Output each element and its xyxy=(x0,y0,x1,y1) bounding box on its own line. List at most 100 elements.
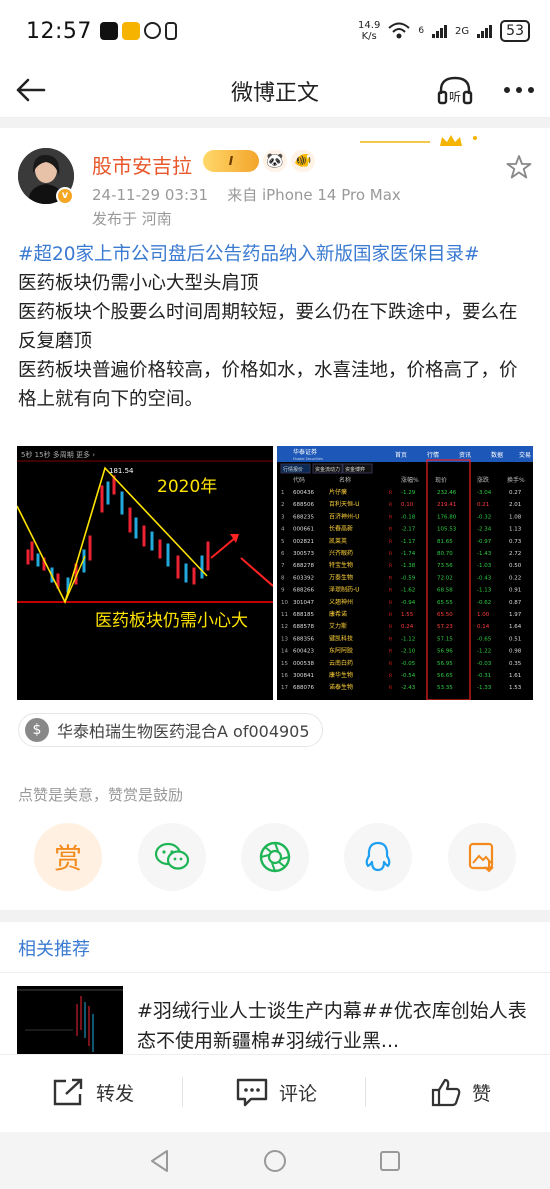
crown-decoration-icon xyxy=(360,135,477,146)
net-speed-value: 14.9 xyxy=(358,20,381,31)
quote-row-index: 7 xyxy=(281,563,285,569)
quote-row-turnover: 0.73 xyxy=(509,539,522,545)
quote-row-index: 4 xyxy=(281,527,285,533)
quote-row-change: -1.22 xyxy=(477,649,491,655)
quote-row-change: -0.32 xyxy=(477,514,491,520)
quote-row-change: -1.33 xyxy=(477,685,492,691)
fund-name: 华泰柏瑞生物医药混合A of004905 xyxy=(57,722,310,741)
quote-row-flag: R xyxy=(389,539,392,545)
quote-row-name: 诺泰生物 xyxy=(329,683,353,691)
hashtag-link[interactable]: #超20家上市公司盘后公告药品纳入新版国家医保目录# xyxy=(18,240,534,269)
quote-column-header: 名称 xyxy=(339,476,351,484)
quote-row-name: 泽璟制药-U xyxy=(329,586,360,594)
divider-2 xyxy=(0,910,550,922)
quote-row-flag: R xyxy=(389,527,392,533)
quote-column-header: 代码 xyxy=(293,476,305,484)
quote-row-turnover: 0.50 xyxy=(509,563,522,569)
quote-row-name: 凯莱英 xyxy=(329,537,347,545)
quote-row-flag: R xyxy=(389,502,392,508)
alarm-icon xyxy=(143,22,161,39)
like-button[interactable]: 赞 xyxy=(430,1077,491,1107)
chart-price-label: 181.54 xyxy=(109,467,134,475)
post-image-chart[interactable]: 5秒 15秒 多周期 更多 › 181.54 2020年 医药板块仍需小心大 xyxy=(17,446,273,700)
tiktok-icon xyxy=(99,22,118,40)
quote-row-turnover: 1.08 xyxy=(509,514,522,520)
quote-row-change-pct: -1.74 xyxy=(401,551,416,557)
chart-year-label: 2020年 xyxy=(157,477,217,497)
quote-row-price: 65.55 xyxy=(437,600,453,606)
star-icon[interactable] xyxy=(506,154,532,180)
quote-row-turnover: 2.01 xyxy=(509,502,521,508)
notification-icons xyxy=(99,22,177,40)
quote-row-flag: R xyxy=(389,588,392,594)
fund-chip[interactable]: $ 华泰柏瑞生物医药混合A of004905 xyxy=(18,713,323,747)
more-icon[interactable] xyxy=(500,74,538,106)
related-thumbnail[interactable] xyxy=(17,986,123,1056)
system-nav-bar xyxy=(0,1132,550,1189)
quote-row-code: 688506 xyxy=(293,502,314,508)
quote-row-index: 2 xyxy=(281,502,285,508)
quote-row-change-pct: 1.55 xyxy=(401,612,414,618)
reward-hint: 点赞是美意，赞赏是鼓励 xyxy=(18,786,184,804)
quote-row-turnover: 0.87 xyxy=(509,600,522,606)
quote-row-change-pct: -0.94 xyxy=(401,600,416,606)
post-image-quote-table[interactable]: 华泰证券 Huatai Securities 首页 行情 资讯 数据 交易 行情报价 资金流动力… xyxy=(277,446,533,700)
reward-button[interactable]: 赏 xyxy=(34,823,102,891)
system-home-icon[interactable] xyxy=(262,1148,288,1174)
quote-row-price: 105.53 xyxy=(437,527,457,533)
listen-headphone-icon[interactable]: 听 xyxy=(436,74,474,106)
system-back-icon[interactable] xyxy=(147,1148,173,1174)
quote-row-turnover: 1.64 xyxy=(509,624,522,630)
status-time: 12:57 xyxy=(26,18,92,44)
save-image-button[interactable] xyxy=(448,823,516,891)
system-recents-icon[interactable] xyxy=(377,1148,403,1174)
quote-row-price: 57.23 xyxy=(437,624,453,630)
quote-row-index: 10 xyxy=(281,600,288,606)
quote-row-change: -1.03 xyxy=(477,563,492,569)
quote-row-change: -0.31 xyxy=(477,673,491,679)
quote-column-header: 涨幅% xyxy=(401,476,419,484)
quote-row-code: 688578 xyxy=(293,624,314,630)
repost-icon xyxy=(53,1078,83,1106)
quote-row-code: 688185 xyxy=(293,612,314,618)
comment-label: 评论 xyxy=(279,1082,318,1105)
moments-camera-icon xyxy=(259,841,291,873)
related-divider xyxy=(0,972,550,973)
thumbs-up-icon xyxy=(431,1078,461,1107)
quote-row-code: 688266 xyxy=(293,588,314,594)
status-bar: 12:57 14.9 K/s 6 2G 53 xyxy=(0,0,550,62)
quote-row-index: 15 xyxy=(281,661,288,667)
quote-row-flag: R xyxy=(389,673,392,679)
repost-button[interactable]: 转发 xyxy=(52,1077,134,1107)
related-item-text[interactable]: #羽绒行业人士谈生产内幕##优衣库创始人表态不使用新疆棉#羽绒行业黑... xyxy=(137,996,533,1056)
share-moments-button[interactable] xyxy=(241,823,309,891)
share-wechat-button[interactable] xyxy=(138,823,206,891)
quote-row-name: 东阿阿胶 xyxy=(329,647,353,655)
comment-button[interactable]: 评论 xyxy=(235,1077,317,1107)
quote-row-code: 000538 xyxy=(293,661,314,667)
share-reward-row: 赏 xyxy=(0,823,550,893)
quote-row-name: 云南白药 xyxy=(329,659,353,667)
quote-row-flag: R xyxy=(389,551,392,557)
username[interactable]: 股市安吉拉 xyxy=(92,150,192,179)
dollar-icon: $ xyxy=(25,718,49,742)
quote-row-turnover: 1.13 xyxy=(509,527,522,533)
quote-row-change-pct: -0.59 xyxy=(401,575,416,581)
quote-row-change-pct: -1.12 xyxy=(401,636,415,642)
quote-sub-tab: 行情报价 xyxy=(283,466,303,473)
quote-row-name: 片仔癀 xyxy=(329,488,347,496)
quote-row-name: 百利天恒-U xyxy=(329,500,360,508)
quote-row-index: 6 xyxy=(281,551,285,557)
quote-row-change-pct: -1.38 xyxy=(401,563,416,569)
quote-row-turnover: 1.61 xyxy=(509,673,521,679)
quote-row-price: 80.70 xyxy=(437,551,453,557)
quote-row-name: 艾力斯 xyxy=(329,622,347,630)
quote-row-code: 600423 xyxy=(293,649,314,655)
quote-row-code: 688356 xyxy=(293,636,314,642)
quote-row-change: 0.21 xyxy=(477,502,489,508)
quote-row-price: 68.58 xyxy=(437,588,453,594)
share-qq-button[interactable] xyxy=(344,823,412,891)
post-header: v 股市安吉拉 I 🐼 🐠 24-11-29 03:31 来自 iPhone 1… xyxy=(0,128,550,238)
vip-badge[interactable]: I xyxy=(203,150,259,172)
chart-header: 5秒 15秒 多周期 更多 › xyxy=(21,450,95,459)
